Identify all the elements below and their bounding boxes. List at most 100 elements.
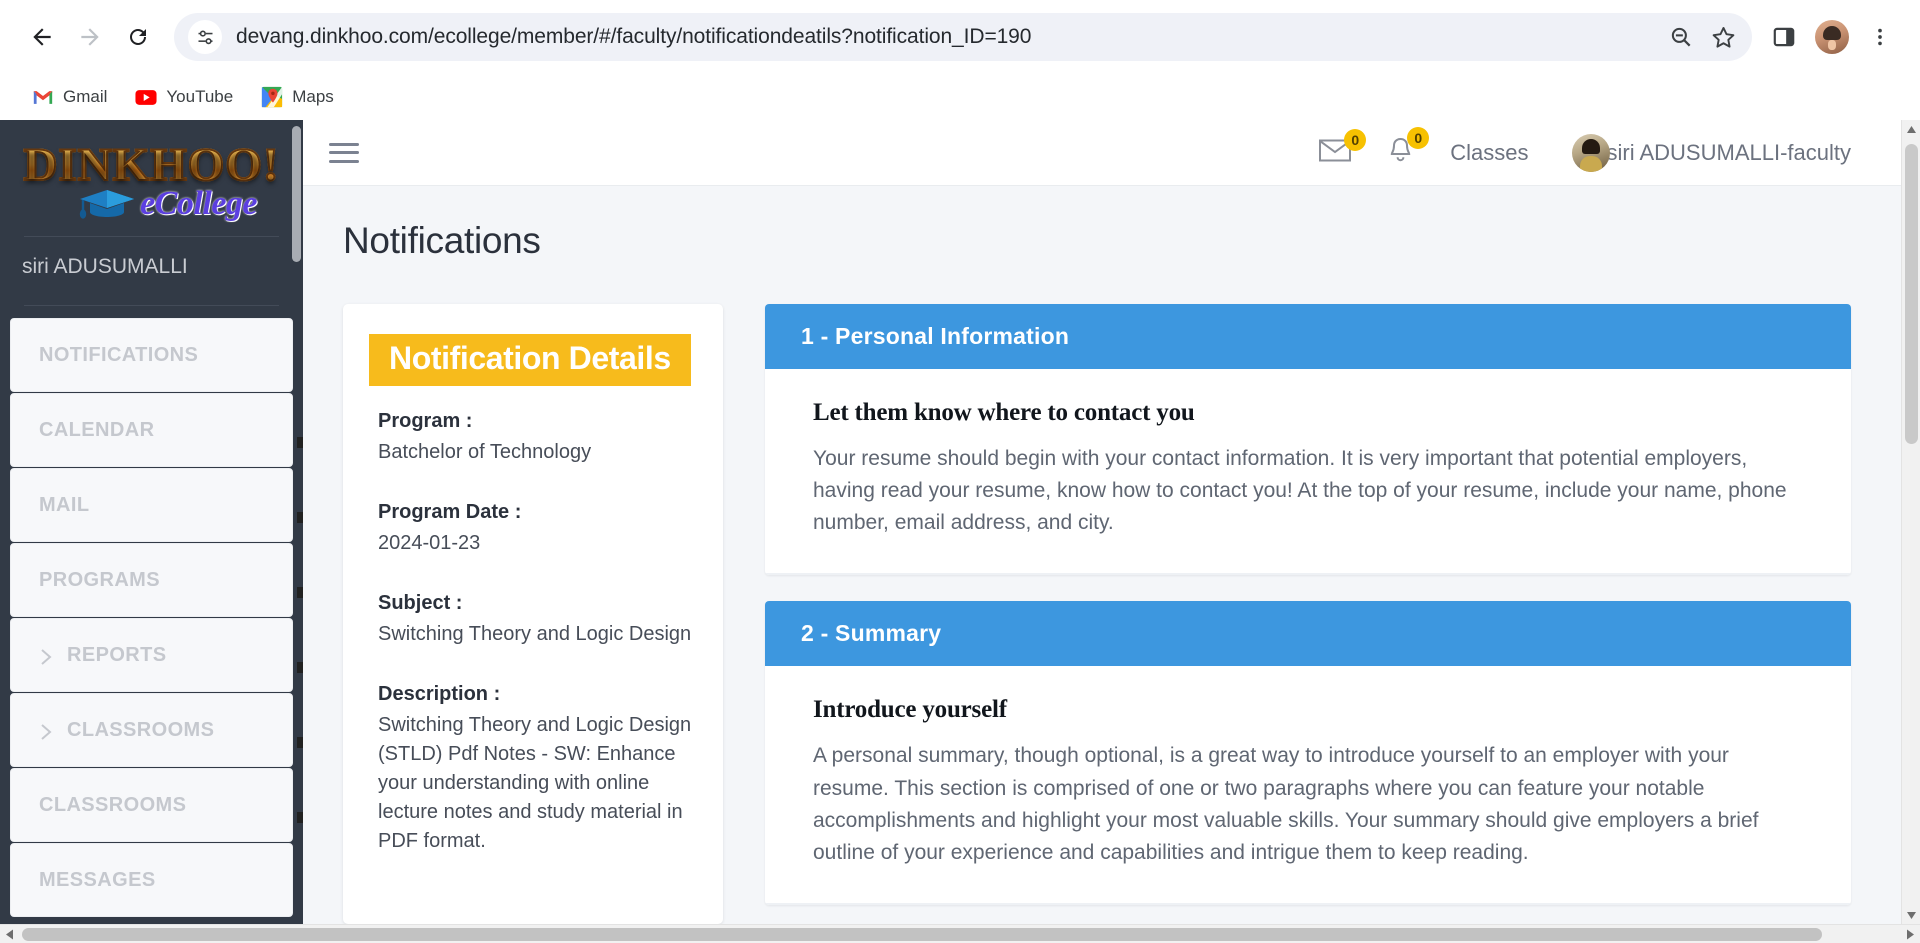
sidebar-item-label: NOTIFICATIONS xyxy=(39,343,199,366)
sidebar-item-label: CLASSROOMS xyxy=(39,793,187,816)
section-body: Let them know where to contact you Your … xyxy=(765,369,1851,576)
sidebar-item-label: REPORTS xyxy=(67,643,167,666)
sidebar-item-calendar[interactable]: CALENDAR xyxy=(10,393,293,467)
side-panel-button[interactable] xyxy=(1762,15,1806,59)
sidebar-menu: NOTIFICATIONS CALENDAR MAIL PROGRAMS REP… xyxy=(0,306,303,917)
notification-details-title: Notification Details xyxy=(369,334,691,386)
section-body: Introduce yourself A personal summary, t… xyxy=(765,666,1851,905)
app-topbar: 0 0 Classes siri ADUSUMALLI-faculty xyxy=(303,120,1901,186)
three-dots-menu-icon xyxy=(1878,28,1882,46)
gmail-icon xyxy=(32,86,54,108)
section-header: 2 - Summary xyxy=(765,601,1851,667)
field-label-program-date: Program Date : xyxy=(378,501,522,523)
chrome-menu-button[interactable] xyxy=(1858,15,1902,59)
page-vertical-scrollbar-thumb[interactable] xyxy=(1905,144,1918,444)
section-paragraph: A personal summary, though optional, is … xyxy=(813,744,1759,864)
site-settings-icon[interactable] xyxy=(188,20,222,54)
graduation-cap-icon xyxy=(76,187,138,221)
logo-subtext: eCollege xyxy=(140,185,257,222)
page-horizontal-scrollbar[interactable] xyxy=(0,924,1920,943)
bookmark-label: YouTube xyxy=(166,87,234,106)
field-label-description: Description : xyxy=(378,683,501,705)
notifications-badge: 0 xyxy=(1407,127,1430,149)
mail-button[interactable]: 0 xyxy=(1319,128,1367,168)
main-content: 0 0 Classes siri ADUSUMALLI-faculty Noti… xyxy=(303,120,1901,943)
page-title: Notifications xyxy=(343,220,541,261)
back-arrow-icon xyxy=(33,28,51,46)
sidebar-item-mail[interactable]: MAIL xyxy=(10,468,293,542)
field-label-subject: Subject : xyxy=(378,592,463,614)
field-value-program-date: 2024-01-23 xyxy=(378,532,481,554)
app-logo[interactable]: DINKHOO! eCollege xyxy=(0,120,303,236)
user-name-label: siri ADUSUMALLI-faculty xyxy=(1606,139,1851,165)
sidebar: DINKHOO! eCollege siri ADUSUMALLI NOTIFI… xyxy=(0,120,309,943)
profile-avatar xyxy=(1815,20,1849,54)
resume-section-summary: 2 - Summary Introduce yourself A persona… xyxy=(765,601,1851,905)
browser-nav-row: devang.dinkhoo.com/ecollege/member/#/fac… xyxy=(0,0,1920,74)
sidebar-item-programs[interactable]: PROGRAMS xyxy=(10,543,293,617)
scroll-up-arrow-icon[interactable] xyxy=(1902,120,1920,139)
scroll-right-arrow-icon[interactable] xyxy=(1901,925,1920,943)
url-text[interactable]: devang.dinkhoo.com/ecollege/member/#/fac… xyxy=(236,25,1660,49)
tune-icon xyxy=(198,30,212,44)
sidebar-item-notifications[interactable]: NOTIFICATIONS xyxy=(10,318,293,392)
hamburger-menu-icon[interactable] xyxy=(329,141,359,165)
section-paragraph: Your resume should begin with your conta… xyxy=(813,447,1787,535)
section-heading: Introduce yourself xyxy=(813,696,1007,724)
sidebar-item-reports[interactable]: REPORTS xyxy=(10,618,293,692)
forward-button[interactable] xyxy=(66,13,114,61)
section-heading: Let them know where to contact you xyxy=(813,399,1195,426)
bookmark-youtube[interactable]: YouTube xyxy=(125,81,243,113)
field-value-subject: Switching Theory and Logic Design xyxy=(378,623,692,645)
user-menu[interactable]: siri ADUSUMALLI-faculty xyxy=(1572,133,1851,172)
logo-wordmark: DINKHOO! xyxy=(0,141,303,190)
browser-profile-button[interactable] xyxy=(1810,15,1854,59)
forward-arrow-icon xyxy=(81,28,99,46)
chrome-right-actions xyxy=(1762,15,1902,59)
side-panel-icon xyxy=(1773,27,1795,47)
sidebar-item-messages[interactable]: MESSAGES xyxy=(10,843,293,917)
bookmarks-bar: Gmail YouTube Maps xyxy=(0,74,1920,120)
resume-sections: 1 - Personal Information Let them know w… xyxy=(765,304,1851,943)
sidebar-item-label: PROGRAMS xyxy=(39,568,160,591)
resume-section-personal-information: 1 - Personal Information Let them know w… xyxy=(765,304,1851,576)
bookmark-maps[interactable]: Maps xyxy=(251,81,344,113)
chevron-right-icon xyxy=(39,723,53,740)
page-viewport: DINKHOO! eCollege siri ADUSUMALLI NOTIFI… xyxy=(0,120,1920,943)
bookmark-gmail[interactable]: Gmail xyxy=(22,81,117,113)
field-value-program: Batchelor of Technology xyxy=(378,441,592,463)
page-horizontal-scrollbar-thumb[interactable] xyxy=(22,928,1822,941)
sidebar-item-label: CLASSROOMS xyxy=(67,718,215,741)
scroll-left-arrow-icon[interactable] xyxy=(0,925,19,943)
back-button[interactable] xyxy=(18,13,66,61)
reload-icon xyxy=(130,28,146,45)
field-label-program: Program : xyxy=(378,410,473,432)
reload-button[interactable] xyxy=(114,13,162,61)
scroll-down-arrow-icon[interactable] xyxy=(1902,906,1920,925)
notifications-button[interactable]: 0 xyxy=(1387,127,1430,169)
bookmark-button[interactable] xyxy=(1702,16,1744,58)
notification-details-body: Program : Batchelor of Technology Progra… xyxy=(343,386,723,856)
browser-chrome: devang.dinkhoo.com/ecollege/member/#/fac… xyxy=(0,0,1920,120)
field-value-description: Switching Theory and Logic Design (STLD)… xyxy=(378,714,692,852)
bookmark-label: Maps xyxy=(292,87,334,106)
sidebar-item-label: MAIL xyxy=(39,493,90,516)
section-header: 1 - Personal Information xyxy=(765,304,1851,369)
zoom-out-button[interactable] xyxy=(1660,16,1702,58)
zoom-out-icon xyxy=(1671,27,1691,47)
classes-link[interactable]: Classes xyxy=(1450,140,1528,166)
sidebar-user-name: siri ADUSUMALLI xyxy=(22,255,188,278)
sidebar-item-label: MESSAGES xyxy=(39,868,156,891)
google-maps-icon xyxy=(261,86,283,108)
star-icon xyxy=(1712,26,1734,48)
omnibox[interactable]: devang.dinkhoo.com/ecollege/member/#/fac… xyxy=(174,13,1752,61)
chevron-right-icon xyxy=(39,648,53,665)
page-vertical-scrollbar[interactable] xyxy=(1901,120,1920,925)
sidebar-item-classrooms[interactable]: CLASSROOMS xyxy=(10,768,293,842)
bookmark-label: Gmail xyxy=(63,87,108,106)
youtube-icon xyxy=(135,86,157,108)
sidebar-item-classrooms-group[interactable]: CLASSROOMS xyxy=(10,693,293,767)
mail-badge: 0 xyxy=(1344,128,1367,151)
sidebar-item-label: CALENDAR xyxy=(39,418,155,441)
content-row: Notification Details Program : Batchelor… xyxy=(303,262,1901,943)
